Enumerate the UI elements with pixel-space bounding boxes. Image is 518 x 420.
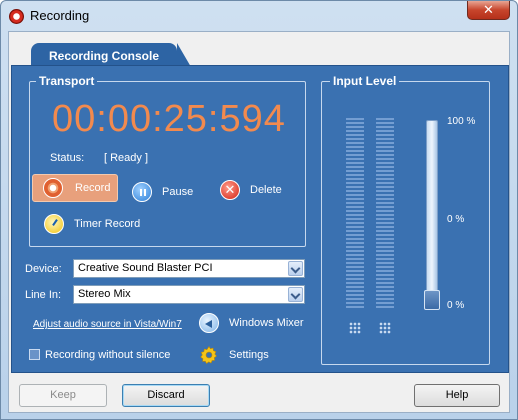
settings-label: Settings [229, 349, 269, 361]
title-bar[interactable]: Recording ✕ [1, 1, 517, 31]
transport-group: Transport 00:00:25:594 Status: [ Ready ]… [29, 74, 306, 247]
window-title: Recording [30, 8, 90, 23]
recording-without-silence-checkbox[interactable] [29, 349, 40, 360]
transport-title: Transport [36, 74, 98, 88]
tab-recording-console[interactable]: Recording Console [31, 43, 191, 67]
chevron-down-icon[interactable] [288, 287, 303, 302]
meter-dots-right [379, 322, 391, 334]
device-select[interactable]: Creative Sound Blaster PCI [73, 259, 305, 278]
pause-button[interactable]: Pause [132, 178, 193, 206]
delete-icon: ✕ [220, 180, 240, 200]
elapsed-timer: 00:00:25:594 [52, 98, 286, 140]
chevron-down-icon[interactable] [288, 261, 303, 276]
input-level-slider-track[interactable] [426, 120, 438, 310]
status-label: Status: [50, 152, 85, 164]
timer-icon [44, 214, 64, 234]
help-button[interactable]: Help [414, 384, 500, 407]
device-value: Creative Sound Blaster PCI [78, 262, 213, 274]
status-value: [ Ready ] [104, 152, 149, 164]
timer-record-label: Timer Record [74, 218, 141, 230]
gear-icon [199, 345, 219, 365]
timer-record-button[interactable]: Timer Record [44, 210, 140, 238]
bottom-button-bar: Keep Discard Help [9, 375, 509, 413]
settings-button[interactable]: Settings [199, 345, 269, 365]
pause-icon [132, 182, 152, 202]
speaker-icon [199, 313, 219, 333]
scale-label-top: 100 % [447, 116, 476, 127]
line-in-value: Stereo Mix [78, 288, 131, 300]
pause-label: Pause [162, 186, 194, 198]
level-meter-left [346, 118, 364, 308]
keep-button[interactable]: Keep [19, 384, 107, 407]
input-level-group: Input Level 100 % 0 % 0 % [321, 74, 490, 365]
meter-dots-left [349, 322, 361, 334]
close-button[interactable]: ✕ [467, 1, 510, 20]
level-meter-right [376, 118, 394, 308]
scale-label-bottom: 0 % [447, 300, 465, 311]
tab-label: Recording Console [49, 49, 160, 63]
record-label: Record [75, 182, 111, 194]
recording-without-silence-label: Recording without silence [45, 349, 171, 361]
discard-button[interactable]: Discard [122, 384, 210, 407]
adjust-audio-source-link[interactable]: Adjust audio source in Vista/Win7 [33, 319, 182, 330]
line-in-select[interactable]: Stereo Mix [73, 285, 305, 304]
app-record-icon [9, 9, 24, 24]
record-icon [43, 178, 63, 198]
windows-mixer-button[interactable]: Windows Mixer [199, 313, 304, 333]
delete-label: Delete [250, 184, 282, 196]
windows-mixer-label: Windows Mixer [229, 317, 304, 329]
recording-window: Recording ✕ Recording Console Transport … [0, 0, 518, 420]
record-button[interactable]: Record [32, 174, 118, 202]
input-level-slider-thumb[interactable] [424, 290, 440, 310]
line-in-label: Line In: [25, 289, 62, 301]
scale-label-mid: 0 % [447, 214, 465, 225]
device-label: Device: [25, 263, 62, 275]
input-level-title: Input Level [330, 74, 400, 88]
delete-button[interactable]: ✕ Delete [220, 176, 282, 204]
